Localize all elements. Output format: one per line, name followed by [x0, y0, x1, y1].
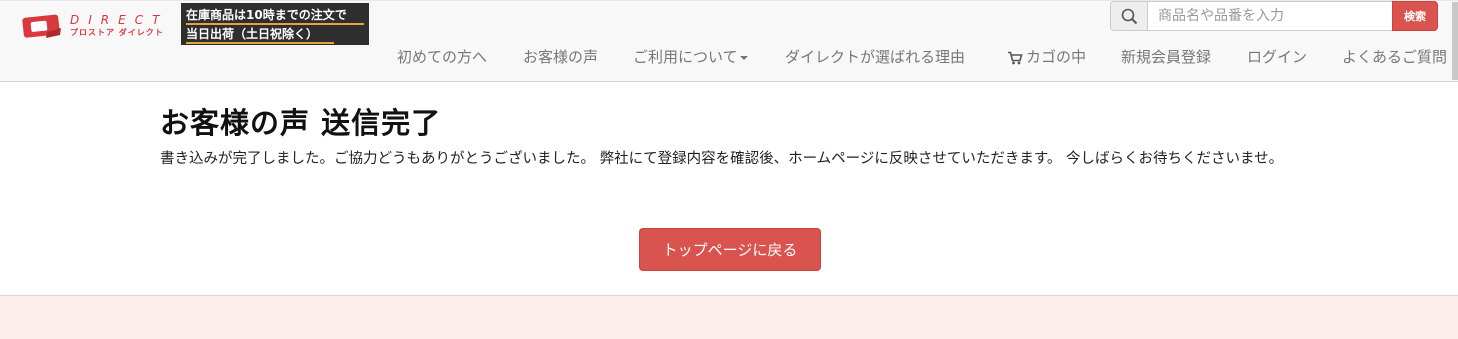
nav-label: ダイレクトが選ばれる理由: [785, 48, 966, 66]
back-to-top-button[interactable]: トップページに戻る: [639, 228, 821, 271]
search-icon: [1121, 8, 1138, 25]
site-logo[interactable]: DIRECT プロストア ダイレクト: [20, 11, 164, 41]
nav-login[interactable]: ログイン: [1247, 46, 1307, 68]
nav-label: 初めての方へ: [397, 48, 488, 66]
logo-mark-icon: [22, 14, 61, 38]
completion-message: 書き込みが完了しました。ご協力どうもありがとうございました。 弊社にて登録内容を…: [160, 151, 1284, 167]
nav-faq[interactable]: よくあるご質問: [1342, 46, 1447, 68]
search-addon: [1110, 1, 1148, 31]
site-header: DIRECT プロストア ダイレクト 在庫商品は10時までの注文で 当日出荷（土…: [0, 0, 1458, 82]
search-button[interactable]: 検索: [1392, 1, 1438, 31]
nav-cart[interactable]: カゴの中: [1007, 46, 1086, 68]
nav-reasons[interactable]: ダイレクトが選ばれる理由: [785, 46, 965, 68]
notice-line-1: 在庫商品は10時までの注文で: [186, 8, 347, 22]
nav-label: カゴの中: [1026, 48, 1087, 66]
nav-label: よくあるご質問: [1342, 48, 1448, 66]
header-scrollbar[interactable]: [1452, 2, 1458, 80]
caret-down-icon: [739, 55, 748, 60]
page-title: お客様の声 送信完了: [160, 106, 442, 140]
nav-customer-voice[interactable]: お客様の声: [523, 46, 598, 68]
footer-area: [0, 295, 1458, 339]
nav-label: ログイン: [1247, 48, 1308, 66]
notice-underline: [186, 42, 334, 44]
search-bar: 検索: [1110, 1, 1438, 31]
logo-jp-text: プロストア ダイレクト: [70, 28, 164, 37]
search-input[interactable]: [1147, 1, 1403, 31]
shipping-notice-banner[interactable]: 在庫商品は10時までの注文で 当日出荷（土日祝除く）: [181, 3, 369, 45]
nav-usage-dropdown[interactable]: ご利用について: [633, 46, 748, 68]
nav-register[interactable]: 新規会員登録: [1121, 46, 1211, 68]
cart-icon: [1008, 51, 1023, 64]
notice-underline: [186, 23, 364, 25]
nav-beginners[interactable]: 初めての方へ: [397, 46, 487, 68]
nav-label: ご利用について: [633, 48, 738, 66]
notice-line-2: 当日出荷（土日祝除く）: [186, 27, 319, 41]
nav-label: お客様の声: [523, 48, 599, 66]
nav-label: 新規会員登録: [1121, 48, 1212, 66]
logo-en-text: DIRECT: [70, 13, 169, 27]
